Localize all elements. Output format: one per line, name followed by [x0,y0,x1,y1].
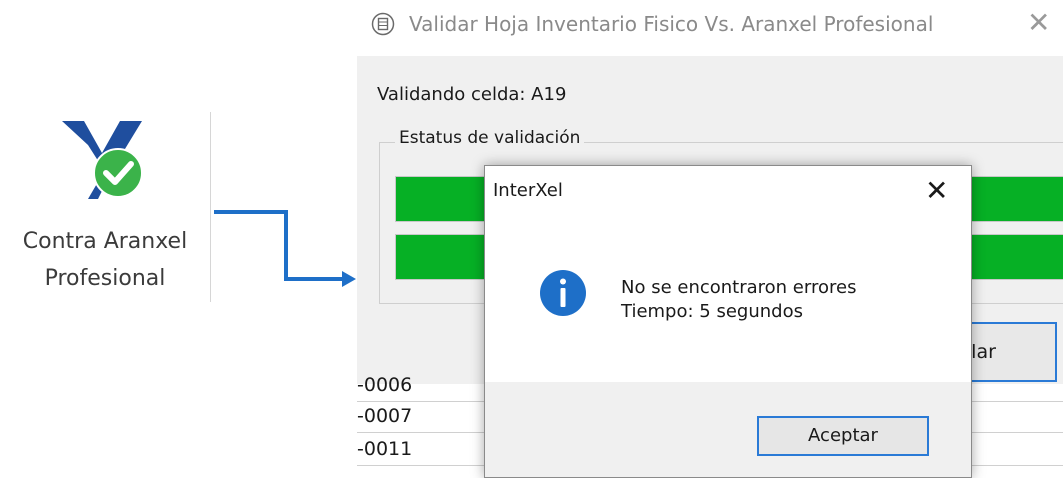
cell-value: -0007 [357,405,413,427]
interxel-message-box: InterXel ✕ No se encontraron errores Tie… [484,165,972,478]
ribbon-label-line1: Contra Aranxel [22,229,188,254]
connector-arrow-icon [214,210,356,287]
ribbon-separator [210,112,211,302]
accept-button[interactable]: Aceptar [757,416,929,456]
validation-status-group-label: Estatus de validación [395,128,585,148]
cell-value: -0006 [357,374,413,396]
validation-status-text: Validando celda: A19 [377,84,567,105]
interxel-check-icon [62,121,143,199]
message-line-2: Tiempo: 5 segundos [621,301,803,322]
validation-window-title: Validar Hoja Inventario Fisico Vs. Aranx… [409,12,934,36]
validation-close-icon[interactable]: ✕ [1027,8,1050,38]
ribbon-label-line2: Profesional [44,266,166,291]
message-footer: Aceptar [485,382,971,477]
validation-window-titlebar: Validar Hoja Inventario Fisico Vs. Aranx… [357,0,1063,56]
cell-value: -0011 [357,438,413,460]
spreadsheet-icon [371,12,395,36]
contra-aranxel-ribbon-button[interactable]: Contra Aranxel Profesional [0,95,212,310]
message-text: No se encontraron errores Tiempo: 5 segu… [621,276,856,324]
info-icon [540,270,586,316]
message-box-title: InterXel [493,180,563,201]
message-close-icon[interactable]: ✕ [925,176,948,206]
ribbon-button-label: Contra Aranxel Profesional [0,223,210,297]
message-line-1: No se encontraron errores [621,277,857,298]
